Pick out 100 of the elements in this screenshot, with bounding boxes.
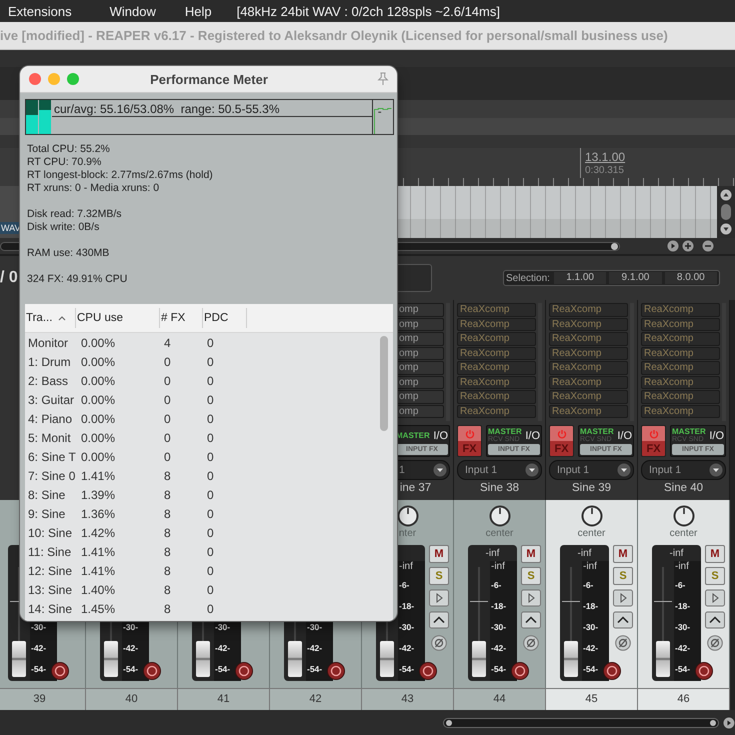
input-select[interactable]: Input 1 <box>549 460 634 480</box>
zoom-in-button[interactable] <box>682 240 694 252</box>
fx-slot[interactable]: ReaXcomp <box>549 303 628 316</box>
record-arm-button[interactable] <box>603 662 621 680</box>
fx-slot[interactable]: ReaXcomp <box>457 303 536 316</box>
scroll-up-button[interactable] <box>720 189 732 201</box>
envelope-button[interactable] <box>521 611 541 629</box>
selection-length[interactable]: 8.0.00 <box>664 272 717 284</box>
fx-slot[interactable]: ReaXcomp <box>457 332 536 346</box>
fader-handle[interactable] <box>196 641 210 677</box>
phase-button[interactable] <box>523 635 539 651</box>
fader-handle[interactable] <box>288 641 302 677</box>
phase-button[interactable] <box>431 635 447 651</box>
mute-button[interactable]: M <box>613 545 633 563</box>
fx-button[interactable]: FX <box>641 425 666 457</box>
master-send-label[interactable]: MASTER <box>488 427 526 436</box>
fx-slot[interactable]: ReaXcomp <box>641 346 720 360</box>
envelope-button[interactable] <box>613 611 633 629</box>
fader-handle[interactable] <box>656 641 670 677</box>
fx-slot[interactable]: ReaXcomp <box>641 376 720 389</box>
record-arm-button[interactable] <box>511 662 529 680</box>
fader-handle[interactable] <box>564 641 578 677</box>
fx-slot[interactable]: ReaXcomp <box>549 390 628 404</box>
fx-slot[interactable]: ReaXcomp <box>641 318 720 331</box>
pan-knob[interactable] <box>396 505 418 527</box>
table-cell-text: 0 <box>206 488 215 502</box>
fx-slot[interactable]: ReaXcomp <box>641 390 720 404</box>
column-header[interactable]: PDC <box>203 308 247 328</box>
record-arm-button[interactable] <box>419 662 437 680</box>
selection-start[interactable]: 1.1.00 <box>554 272 606 284</box>
scroll-right-button[interactable] <box>723 716 735 728</box>
monitor-button[interactable] <box>521 589 541 607</box>
column-header[interactable]: Tra... <box>25 308 76 328</box>
mute-button[interactable]: M <box>705 545 725 563</box>
column-header[interactable]: # FX <box>160 308 203 328</box>
phase-button[interactable] <box>707 635 723 651</box>
fx-button[interactable]: FX <box>549 425 574 457</box>
stat-line: RAM use: 430MB <box>27 247 110 260</box>
io-button[interactable]: I/O <box>433 430 448 442</box>
mute-button[interactable]: M <box>521 545 541 563</box>
table-cell-text: 5: Monit <box>27 430 72 444</box>
phase-button[interactable] <box>615 635 631 651</box>
column-header[interactable]: CPU use <box>76 308 160 328</box>
fx-slot[interactable]: ReaXcomp <box>641 361 720 374</box>
scrollbar-thumb[interactable] <box>380 336 388 431</box>
menu-item[interactable]: Help <box>176 4 220 18</box>
fx-slot[interactable]: ReaXcomp <box>549 376 628 389</box>
mute-button[interactable]: M <box>429 545 449 563</box>
input-select[interactable]: Input 1 <box>641 460 726 480</box>
solo-button[interactable]: S <box>613 567 633 585</box>
monitor-button[interactable] <box>705 589 725 607</box>
record-arm-button[interactable] <box>143 662 161 680</box>
fader-handle[interactable] <box>472 641 486 677</box>
fx-slot[interactable]: ReaXcomp <box>641 404 720 418</box>
fader-handle[interactable] <box>380 641 394 677</box>
fader-handle[interactable] <box>12 641 26 677</box>
pan-knob[interactable] <box>672 505 694 527</box>
monitor-button[interactable] <box>613 589 633 607</box>
fx-slot[interactable]: ReaXcomp <box>457 346 536 360</box>
fx-slot[interactable]: ReaXcomp <box>549 332 628 346</box>
envelope-button[interactable] <box>429 611 449 629</box>
fx-slot[interactable]: ReaXcomp <box>549 346 628 360</box>
solo-button[interactable]: S <box>521 567 541 585</box>
fx-slot[interactable]: ReaXcomp <box>457 390 536 404</box>
io-button[interactable]: I/O <box>709 430 724 442</box>
fx-slot[interactable]: ReaXcomp <box>641 303 720 316</box>
record-arm-button[interactable] <box>695 662 713 680</box>
scroll-down-button[interactable] <box>720 223 732 235</box>
fx-slot[interactable]: ReaXcomp <box>549 404 628 418</box>
fx-slot[interactable]: ReaXcomp <box>457 318 536 331</box>
fx-slot[interactable]: ReaXcomp <box>457 376 536 389</box>
scroll-right-button[interactable] <box>667 240 679 252</box>
fx-slot[interactable]: ReaXcomp <box>549 318 628 331</box>
fx-slot[interactable]: ReaXcomp <box>641 332 720 346</box>
master-send-label[interactable]: MASTER <box>672 427 710 436</box>
pan-knob[interactable] <box>488 505 510 527</box>
menu-item[interactable]: Window <box>102 4 164 18</box>
fx-slot[interactable]: ReaXcomp <box>457 404 536 418</box>
io-button[interactable]: I/O <box>617 430 632 442</box>
zoom-out-button[interactable] <box>702 240 714 252</box>
mixer-scrollbar[interactable] <box>443 718 720 728</box>
monitor-button[interactable] <box>429 589 449 607</box>
menu-item[interactable]: Extensions <box>0 4 80 18</box>
selection-end[interactable]: 9.1.00 <box>609 272 662 284</box>
master-send-label[interactable]: MASTER <box>580 427 618 436</box>
envelope-button[interactable] <box>705 611 725 629</box>
record-arm-button[interactable] <box>327 662 345 680</box>
solo-button[interactable]: S <box>705 567 725 585</box>
pan-knob[interactable] <box>580 505 602 527</box>
fx-slot[interactable]: ReaXcomp <box>549 361 628 374</box>
record-arm-button[interactable] <box>51 662 69 680</box>
fx-slot[interactable]: ReaXcomp <box>457 361 536 374</box>
fader-handle[interactable] <box>104 641 118 677</box>
fx-button[interactable]: FX <box>457 425 482 457</box>
io-button[interactable]: I/O <box>525 430 540 442</box>
input-select[interactable]: Input 1 <box>457 460 542 480</box>
solo-button[interactable]: S <box>429 567 449 585</box>
close-button[interactable] <box>29 73 41 85</box>
record-arm-button[interactable] <box>235 662 253 680</box>
scrollbar-thumb[interactable] <box>721 204 731 220</box>
